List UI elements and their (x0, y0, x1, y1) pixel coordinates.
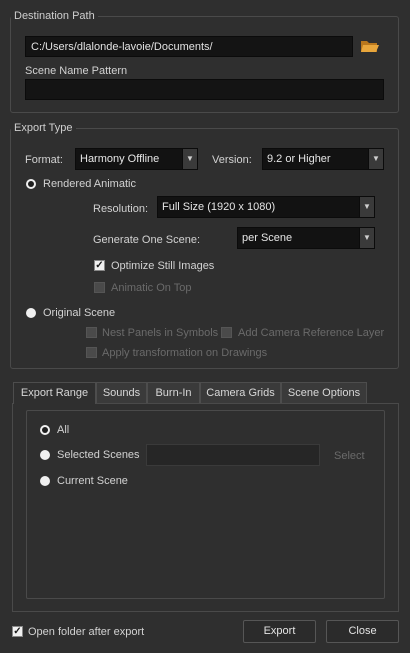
chevron-down-icon: ▼ (368, 149, 383, 169)
export-range-box (26, 410, 385, 599)
generate-one-scene-value: per Scene (242, 232, 293, 244)
animatic-on-top-checkbox[interactable] (94, 282, 105, 293)
optimize-still-images-label[interactable]: Optimize Still Images (111, 259, 214, 273)
animatic-on-top-label: Animatic On Top (111, 282, 192, 294)
range-selected-scenes-label[interactable]: Selected Scenes (57, 448, 140, 462)
apply-transformation-label: Apply transformation on Drawings (102, 347, 268, 359)
chevron-down-icon: ▼ (359, 197, 374, 217)
chevron-down-icon: ▼ (182, 149, 197, 169)
close-button[interactable]: Close (326, 620, 399, 643)
rendered-animatic-label[interactable]: Rendered Animatic (43, 177, 136, 191)
range-all-radio[interactable] (40, 425, 50, 435)
open-folder-label[interactable]: Open folder after export (28, 625, 144, 639)
tab-sounds[interactable]: Sounds (96, 382, 147, 403)
optimize-still-images-checkbox[interactable]: ✓ (94, 260, 105, 271)
select-button[interactable]: Select (334, 449, 365, 463)
open-folder-checkbox[interactable]: ✓ (12, 626, 23, 637)
original-scene-label[interactable]: Original Scene (43, 306, 115, 320)
tab-scene-options[interactable]: Scene Options (281, 382, 367, 403)
scene-name-pattern-input[interactable] (25, 79, 384, 100)
version-value: 9.2 or Higher (267, 153, 331, 165)
tab-camera-grids[interactable]: Camera Grids (200, 382, 281, 403)
nest-panels-label: Nest Panels in Symbols (102, 327, 219, 339)
rendered-animatic-radio[interactable] (26, 179, 36, 189)
range-current-scene-radio[interactable] (40, 476, 50, 486)
range-current-scene-label[interactable]: Current Scene (57, 474, 128, 488)
range-selected-scenes-radio[interactable] (40, 450, 50, 460)
destination-path-input[interactable]: C:/Users/dlalonde-lavoie/Documents/ (25, 36, 353, 57)
selected-scenes-input[interactable] (146, 444, 320, 466)
version-dropdown[interactable]: 9.2 or Higher ▼ (262, 148, 384, 170)
scene-name-pattern-label: Scene Name Pattern (25, 65, 128, 77)
generate-one-scene-label: Generate One Scene: (93, 234, 201, 246)
range-all-label[interactable]: All (57, 423, 69, 437)
format-label: Format: (25, 154, 63, 166)
destination-path-title: Destination Path (11, 10, 98, 23)
add-camera-reference-checkbox[interactable] (221, 327, 232, 338)
resolution-label: Resolution: (93, 203, 149, 215)
add-camera-reference-label: Add Camera Reference Layer (238, 327, 385, 339)
export-button[interactable]: Export (243, 620, 316, 643)
format-value: Harmony Offline (80, 153, 160, 165)
version-label: Version: (212, 154, 252, 166)
original-scene-radio[interactable] (26, 308, 36, 318)
apply-transformation-checkbox[interactable] (86, 347, 97, 358)
export-type-title: Export Type (11, 122, 76, 135)
tab-export-range[interactable]: Export Range (13, 382, 96, 404)
tab-burn-in[interactable]: Burn-In (147, 382, 200, 403)
folder-icon[interactable] (360, 38, 380, 54)
resolution-value: Full Size (1920 x 1080) (162, 201, 276, 213)
nest-panels-checkbox[interactable] (86, 327, 97, 338)
format-dropdown[interactable]: Harmony Offline ▼ (75, 148, 198, 170)
resolution-dropdown[interactable]: Full Size (1920 x 1080) ▼ (157, 196, 375, 218)
generate-one-scene-dropdown[interactable]: per Scene ▼ (237, 227, 375, 249)
chevron-down-icon: ▼ (359, 228, 374, 248)
